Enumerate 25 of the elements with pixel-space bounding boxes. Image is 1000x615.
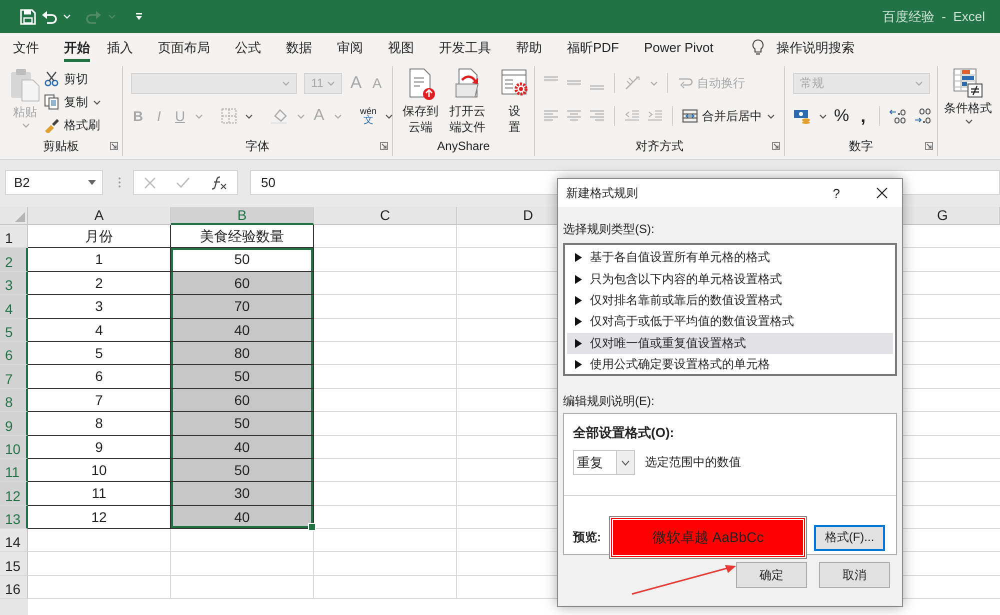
table-cell: 60 bbox=[171, 388, 314, 412]
section-label: 编辑规则说明(E): bbox=[563, 393, 656, 409]
table-cell: 50 bbox=[171, 248, 314, 272]
section-label: 全部设置格式(O): bbox=[573, 424, 676, 442]
table-cell: 50 bbox=[171, 412, 314, 436]
preview-label: 预览: bbox=[573, 529, 602, 546]
table-cell: 30 bbox=[171, 482, 314, 506]
window-title: 百度经验 - Excel bbox=[882, 8, 985, 26]
preview-box: 微软卓越 AaBbCc bbox=[610, 517, 806, 558]
table-cell: 40 bbox=[171, 318, 314, 342]
table-cell: 50 bbox=[171, 458, 314, 482]
group-label: 对齐方式 bbox=[636, 138, 684, 154]
group-label: 剪贴板 bbox=[43, 138, 79, 154]
dialog-title: 新建格式规则 bbox=[566, 184, 639, 202]
table-cell: 月份 bbox=[28, 225, 171, 248]
table-cell: 40 bbox=[171, 506, 314, 530]
group-label: 数字 bbox=[849, 138, 873, 154]
table-cell: 70 bbox=[171, 295, 314, 319]
group-label: 字体 bbox=[246, 138, 270, 154]
table-cell: 60 bbox=[171, 272, 314, 296]
dropdown-suffix: 选定范围中的数值 bbox=[645, 454, 741, 471]
group-label: AnyShare bbox=[437, 139, 490, 153]
table-cell: 80 bbox=[171, 342, 314, 366]
table-cell: 50 bbox=[171, 365, 314, 389]
table-cell: 40 bbox=[171, 436, 314, 459]
